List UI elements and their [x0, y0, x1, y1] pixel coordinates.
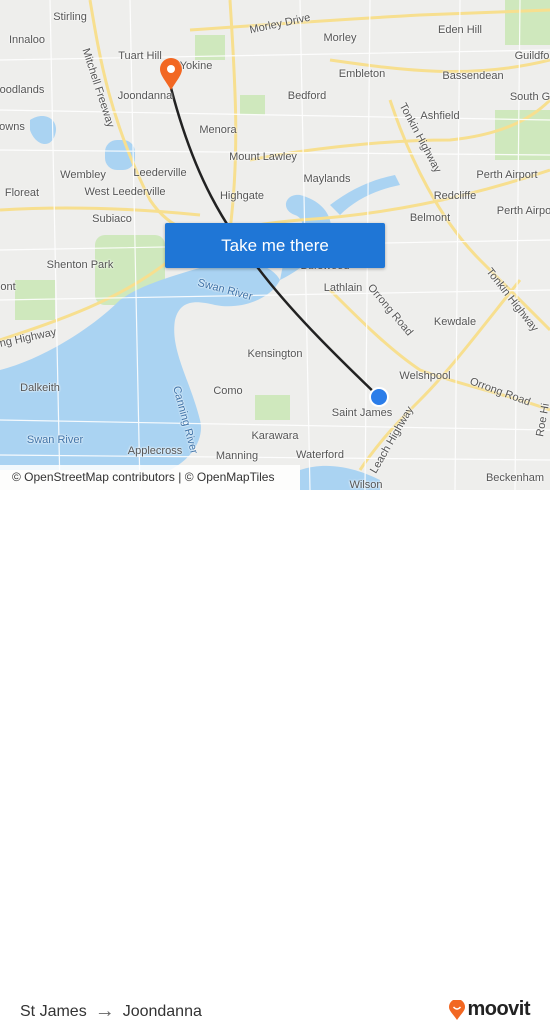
map[interactable]: Stirling Innaloo Tuart Hill Yokine Joond… — [0, 0, 550, 490]
map-label: Welshpool — [399, 370, 451, 382]
destination-pin-icon[interactable] — [160, 58, 182, 90]
map-label: Guildfo — [514, 50, 550, 62]
map-label: Wembley — [60, 169, 106, 181]
origin-marker-icon[interactable] — [369, 387, 389, 407]
map-label: Waterford — [296, 449, 344, 461]
map-label: Leederville — [133, 167, 187, 179]
map-label: Wilson — [349, 479, 383, 490]
map-label: Karawara — [251, 430, 299, 442]
map-label: Subiaco — [92, 213, 132, 225]
moovit-pin-icon — [449, 999, 466, 1020]
map-label: Eden Hill — [437, 24, 483, 36]
map-attribution[interactable]: © OpenStreetMap contributors | © OpenMap… — [0, 465, 300, 490]
map-label: Yokine — [179, 60, 213, 72]
map-label: Morley — [323, 32, 357, 44]
map-label: Menora — [199, 124, 237, 136]
origin-name: St James — [20, 1002, 87, 1020]
map-label: West Leederville — [84, 186, 166, 198]
map-label: Bassendean — [442, 70, 504, 82]
map-label: Kewdale — [433, 316, 477, 328]
map-label: Stirling — [53, 11, 87, 23]
map-label: Floreat — [4, 187, 40, 199]
map-label: Perth Airport — [476, 169, 538, 181]
map-label: Highgate — [219, 190, 265, 202]
map-label: oodlands — [0, 84, 45, 96]
map-label: Bedford — [287, 90, 327, 102]
route-title: St James → Joondanna — [20, 1000, 202, 1023]
map-label: Perth Airpo — [496, 205, 550, 217]
map-label: owns — [0, 121, 25, 133]
map-label: Mount Lawley — [229, 151, 297, 163]
map-label: Saint James — [331, 407, 393, 419]
map-label: Swan River — [26, 434, 84, 446]
take-me-there-button[interactable]: Take me there — [165, 223, 385, 268]
map-label: Como — [213, 385, 243, 397]
arrow-right-icon: → — [94, 1000, 115, 1022]
map-label: Lathlain — [323, 282, 363, 294]
map-label: Maylands — [303, 173, 351, 185]
map-label: Kensington — [247, 348, 303, 360]
map-label: Manning — [215, 450, 259, 462]
map-label: Applecross — [127, 445, 183, 457]
map-label: Shenton Park — [46, 259, 114, 271]
map-label: Dalkeith — [20, 382, 60, 394]
map-label: Belmont — [409, 212, 451, 224]
map-label: Joondanna — [117, 90, 173, 102]
map-label: Beckenham — [485, 472, 545, 484]
map-label: Tuart Hill — [118, 50, 162, 62]
moovit-logo: moovit — [449, 998, 530, 1021]
destination-name: Joondanna — [122, 1002, 202, 1020]
map-label: Redcliffe — [433, 190, 477, 202]
moovit-logo-text: moovit — [467, 998, 530, 1020]
map-label: South G — [509, 91, 550, 103]
map-label: Innaloo — [8, 34, 46, 46]
footer: St James → Joondanna moovit — [0, 490, 550, 1022]
map-label: Ashfield — [420, 110, 460, 122]
map-label: Embleton — [338, 68, 386, 80]
map-label: ont — [0, 281, 16, 293]
